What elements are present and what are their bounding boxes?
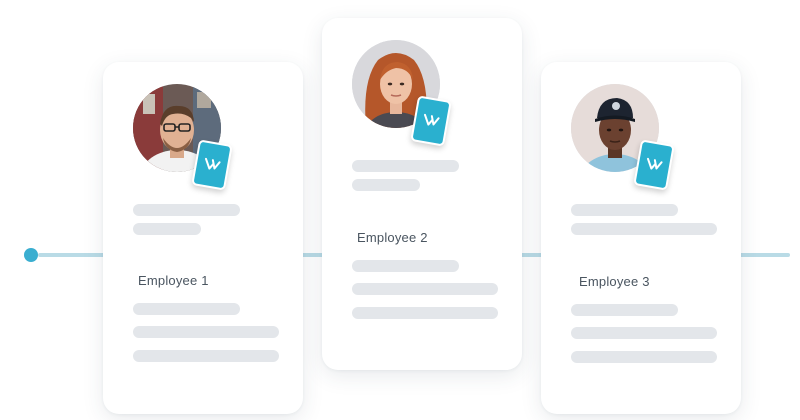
employee-card-2[interactable]: Employee 2 bbox=[322, 18, 522, 370]
avatar bbox=[352, 40, 452, 147]
timeline-start-dot bbox=[24, 248, 38, 262]
employee-card-3[interactable]: Employee 3 bbox=[541, 62, 741, 414]
placeholder-line bbox=[133, 204, 240, 216]
placeholder-line bbox=[571, 204, 678, 216]
placeholder-line bbox=[352, 283, 498, 295]
avatar bbox=[571, 84, 675, 191]
placeholder-line bbox=[571, 327, 717, 339]
avatar bbox=[133, 84, 233, 191]
placeholder-line bbox=[571, 223, 717, 235]
placeholder-line bbox=[133, 326, 279, 338]
verified-check-icon bbox=[633, 139, 675, 191]
placeholder-line bbox=[133, 350, 279, 362]
employee-card-1[interactable]: Employee 1 bbox=[103, 62, 303, 414]
placeholder-line bbox=[352, 260, 459, 272]
verified-check-icon bbox=[410, 95, 452, 147]
employee-name: Employee 1 bbox=[138, 273, 209, 288]
employee-timeline: Employee 1 Employee 2 Employee 3 bbox=[0, 0, 800, 420]
employee-name: Employee 2 bbox=[357, 230, 428, 245]
placeholder-line bbox=[352, 160, 459, 172]
placeholder-line bbox=[133, 303, 240, 315]
placeholder-line bbox=[352, 179, 420, 191]
placeholder-line bbox=[571, 304, 678, 316]
placeholder-line bbox=[352, 307, 498, 319]
verified-check-icon bbox=[191, 139, 233, 191]
employee-name: Employee 3 bbox=[579, 274, 650, 289]
placeholder-line bbox=[571, 351, 717, 363]
placeholder-line bbox=[133, 223, 201, 235]
